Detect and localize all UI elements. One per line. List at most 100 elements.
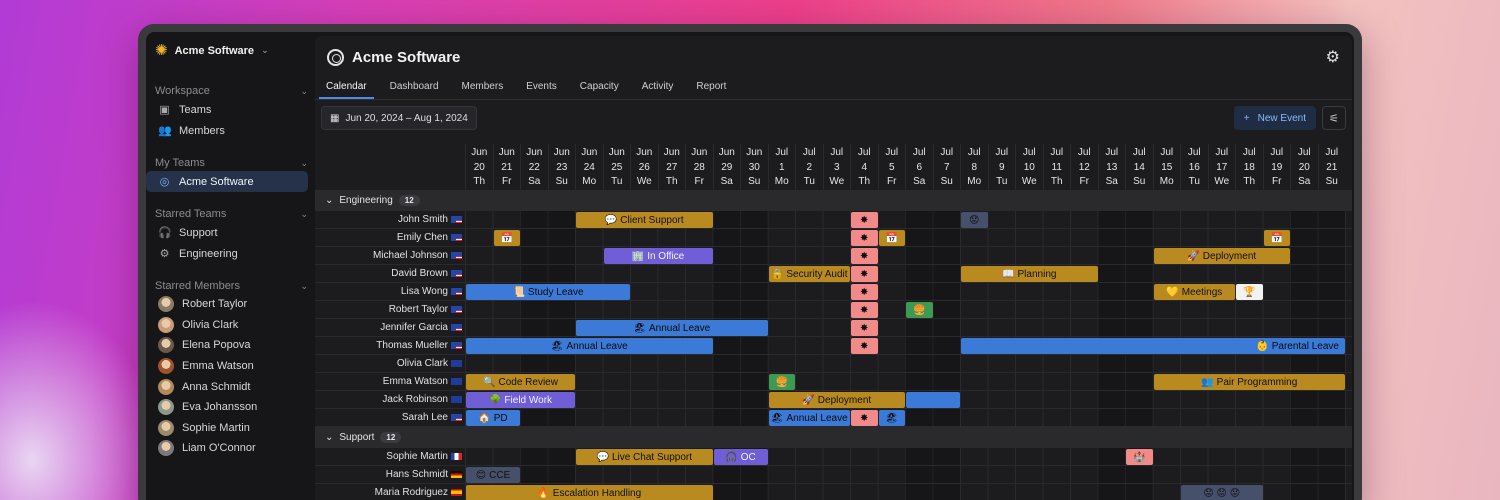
workspace-section-header[interactable]: Workspace ⌄: [146, 83, 314, 99]
day-cells[interactable]: 💬 Live Chat Support 🎧 OC 🏰: [465, 448, 1352, 465]
event-bar[interactable]: 🔒 Security Audit: [768, 266, 850, 282]
day-cells[interactable]: 🌳 Field Work 🚀 Deployment: [465, 391, 1352, 408]
event-bar[interactable]: ✸: [851, 320, 878, 336]
day-cells[interactable]: 🔥 Escalation Handling 😟 😟 😟: [465, 484, 1352, 500]
day-cells[interactable]: 📜 Study Leave ✸ 💛 Meetings 🏆: [465, 283, 1352, 300]
day-cells[interactable]: 💬 Client Support ✸ 😟: [465, 211, 1352, 228]
day-cells[interactable]: 🏖 Annual Leave ✸ 👶 Parental Leave: [465, 337, 1352, 354]
event-bar[interactable]: 🏠 PD: [466, 410, 520, 426]
day-cells[interactable]: 🏖 Annual Leave ✸: [465, 319, 1352, 336]
member-name[interactable]: David Brown: [315, 265, 465, 282]
day-cells[interactable]: 🔍 Code Review 🍔 👥 Pair Programming: [465, 373, 1352, 390]
event-bar[interactable]: 💬 Live Chat Support: [576, 449, 713, 465]
day-cells[interactable]: [465, 355, 1352, 372]
chevron-down-icon[interactable]: ⌄: [325, 195, 333, 206]
member-name[interactable]: Sarah Lee: [315, 409, 465, 426]
event-bar[interactable]: ✸: [851, 338, 878, 354]
member-name[interactable]: Michael Johnson: [315, 247, 465, 264]
event-bar[interactable]: 👶 Parental Leave: [961, 338, 1345, 354]
event-bar[interactable]: 🏖 Annual Leave: [466, 338, 713, 354]
workspace-switcher[interactable]: ✺ Acme Software ⌄: [146, 32, 314, 69]
event-bar[interactable]: ✸: [851, 248, 878, 264]
event-bar[interactable]: 🏢 In Office: [603, 248, 713, 264]
member-name[interactable]: Thomas Mueller: [315, 337, 465, 354]
sidebar-item-members[interactable]: 👥 Members: [146, 120, 308, 141]
day-cells[interactable]: 📅 ✸ 📅 📅: [465, 229, 1352, 246]
day-cells[interactable]: 😊 CCE: [465, 466, 1352, 483]
event-bar[interactable]: 🏆: [1236, 284, 1263, 300]
event-bar[interactable]: ✸: [851, 410, 878, 426]
filter-settings-icon[interactable]: ⚟: [1322, 106, 1346, 130]
starred-member-anna-schmidt[interactable]: Anna Schmidt: [146, 376, 308, 397]
event-bar[interactable]: 🏰: [1126, 449, 1153, 465]
event-bar[interactable]: 📅: [878, 230, 905, 246]
member-name[interactable]: Hans Schmidt: [315, 466, 465, 483]
event-bar[interactable]: 🏖 Annual Leave: [576, 320, 768, 336]
sidebar-starred-team-support[interactable]: 🎧 Support: [146, 222, 308, 243]
member-name[interactable]: Sophie Martin: [315, 448, 465, 465]
starred-teams-section-header[interactable]: Starred Teams ⌄: [146, 206, 314, 222]
day-cells[interactable]: ✸ 🍔: [465, 301, 1352, 318]
tab-activity[interactable]: Activity: [635, 78, 681, 99]
chevron-down-icon[interactable]: ⌄: [325, 432, 333, 443]
sidebar-item-teams[interactable]: ▣ Teams: [146, 99, 308, 120]
event-bar[interactable]: 📅: [493, 230, 520, 246]
starred-member-olivia-clark[interactable]: Olivia Clark: [146, 315, 308, 336]
event-bar[interactable]: ✸: [851, 284, 878, 300]
day-cells[interactable]: 🏠 PD 🏖 Annual Leave ✸ 🏖: [465, 409, 1352, 426]
event-bar[interactable]: 🏖: [878, 410, 905, 426]
event-bar[interactable]: 🌳 Field Work: [466, 392, 575, 408]
sidebar-starred-team-engineering[interactable]: ⚙ Engineering: [146, 243, 308, 264]
event-bar[interactable]: 😟 😟 😟: [1181, 485, 1263, 500]
member-name[interactable]: Jack Robinson: [315, 391, 465, 408]
event-bar[interactable]: 🚀 Deployment: [768, 392, 905, 408]
starred-member-sophie-martin[interactable]: Sophie Martin: [146, 418, 308, 439]
event-bar[interactable]: 🎧 OC: [713, 449, 768, 465]
day-cells[interactable]: 🔒 Security Audit ✸ 📖 Planning: [465, 265, 1352, 282]
event-bar[interactable]: 🏖 Annual Leave: [768, 410, 850, 426]
member-name[interactable]: Emily Chen: [315, 229, 465, 246]
starred-member-eva-johansson[interactable]: Eva Johansson: [146, 397, 308, 418]
event-bar[interactable]: 🔥 Escalation Handling: [466, 485, 713, 500]
starred-member-emma-watson[interactable]: Emma Watson: [146, 356, 308, 377]
starred-member-liam-o-connor[interactable]: Liam O'Connor: [146, 438, 308, 459]
event-bar[interactable]: 😊 CCE: [466, 467, 520, 483]
event-bar[interactable]: 🔍 Code Review: [466, 374, 575, 390]
tab-events[interactable]: Events: [519, 78, 564, 99]
event-bar[interactable]: 💬 Client Support: [576, 212, 713, 228]
event-bar[interactable]: 📖 Planning: [961, 266, 1098, 282]
member-name[interactable]: Robert Taylor: [315, 301, 465, 318]
member-name[interactable]: Olivia Clark: [315, 355, 465, 372]
team-group-support[interactable]: ⌄ Support 12: [315, 427, 1352, 448]
my-teams-section-header[interactable]: My Teams ⌄: [146, 155, 314, 171]
tab-capacity[interactable]: Capacity: [573, 78, 626, 99]
tab-report[interactable]: Report: [689, 78, 733, 99]
tab-calendar[interactable]: Calendar: [319, 78, 374, 99]
tab-members[interactable]: Members: [455, 78, 511, 99]
event-bar[interactable]: 😟: [961, 212, 988, 228]
event-bar[interactable]: [906, 392, 960, 408]
settings-gear-icon[interactable]: ⚙: [1326, 47, 1340, 67]
new-event-button[interactable]: + New Event: [1233, 106, 1316, 130]
tab-dashboard[interactable]: Dashboard: [383, 78, 446, 99]
event-bar[interactable]: 📅: [1263, 230, 1290, 246]
event-bar[interactable]: 📜 Study Leave: [466, 284, 630, 300]
event-bar[interactable]: ✸: [851, 230, 878, 246]
member-name[interactable]: Emma Watson: [315, 373, 465, 390]
team-group-engineering[interactable]: ⌄ Engineering 12: [315, 190, 1352, 211]
member-name[interactable]: Maria Rodriguez: [315, 484, 465, 500]
member-name[interactable]: Jennifer Garcia: [315, 319, 465, 336]
member-name[interactable]: John Smith: [315, 211, 465, 228]
event-bar[interactable]: ✸: [851, 266, 878, 282]
member-name[interactable]: Lisa Wong: [315, 283, 465, 300]
date-range-picker[interactable]: ▦ Jun 20, 2024 – Aug 1, 2024: [321, 106, 477, 130]
sidebar-team-acme-software[interactable]: ◎ Acme Software: [146, 171, 308, 192]
starred-member-elena-popova[interactable]: Elena Popova: [146, 335, 308, 356]
event-bar[interactable]: 🍔: [906, 302, 933, 318]
event-bar[interactable]: 🍔: [768, 374, 795, 390]
starred-member-robert-taylor[interactable]: Robert Taylor: [146, 294, 308, 315]
day-cells[interactable]: 🏢 In Office ✸ 🚀 Deployment: [465, 247, 1352, 264]
event-bar[interactable]: 💛 Meetings: [1153, 284, 1235, 300]
starred-members-section-header[interactable]: Starred Members ⌄: [146, 278, 314, 294]
event-bar[interactable]: ✸: [851, 212, 878, 228]
